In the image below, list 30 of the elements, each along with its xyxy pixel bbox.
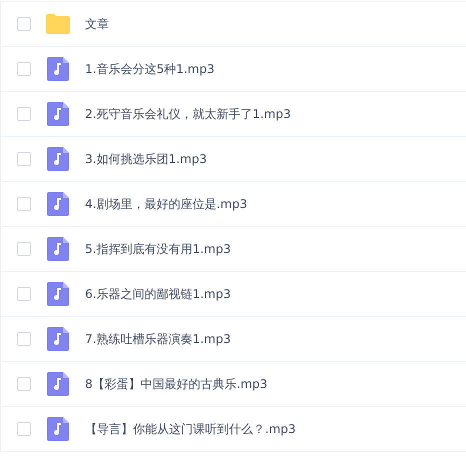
file-name[interactable]: 8【彩蛋】中国最好的古典乐.mp3 (85, 376, 268, 392)
checkbox[interactable] (17, 107, 31, 121)
file-name[interactable]: 6.乐器之间的鄙视链1.mp3 (85, 286, 231, 302)
music-file-icon (47, 372, 69, 396)
file-name[interactable]: 5.指挥到底有没有用1.mp3 (85, 240, 231, 258)
checkbox[interactable] (17, 332, 31, 346)
checkbox[interactable] (17, 287, 31, 301)
file-name[interactable]: 7.熟练吐槽乐器演奏1.mp3 (85, 330, 231, 348)
file-name[interactable]: 文章 (85, 16, 109, 32)
file-name[interactable]: 3.如何挑选乐团1.mp3 (85, 150, 207, 168)
music-file-icon (47, 57, 69, 81)
file-name[interactable]: 1.音乐会分这5种1.mp3 (85, 60, 214, 78)
music-file-icon (47, 282, 69, 306)
checkbox[interactable] (17, 197, 31, 211)
checkbox[interactable] (17, 377, 31, 391)
folder-icon (45, 13, 71, 35)
checkbox[interactable] (17, 62, 31, 76)
checkbox[interactable] (17, 422, 31, 436)
checkbox[interactable] (17, 17, 31, 31)
file-name[interactable]: 2.死守音乐会礼仪，就太新手了1.mp3 (85, 106, 291, 122)
music-file-icon (47, 417, 69, 441)
music-file-icon (47, 327, 69, 351)
checkbox[interactable] (17, 242, 31, 256)
music-file-icon (47, 192, 69, 216)
music-file-icon (47, 147, 69, 171)
file-name[interactable]: 4.剧场里，最好的座位是.mp3 (85, 196, 248, 212)
music-file-icon (47, 102, 69, 126)
file-name[interactable]: 【导言】你能从这门课听到什么？.mp3 (85, 420, 296, 438)
music-file-icon (47, 237, 69, 261)
checkbox[interactable] (17, 152, 31, 166)
